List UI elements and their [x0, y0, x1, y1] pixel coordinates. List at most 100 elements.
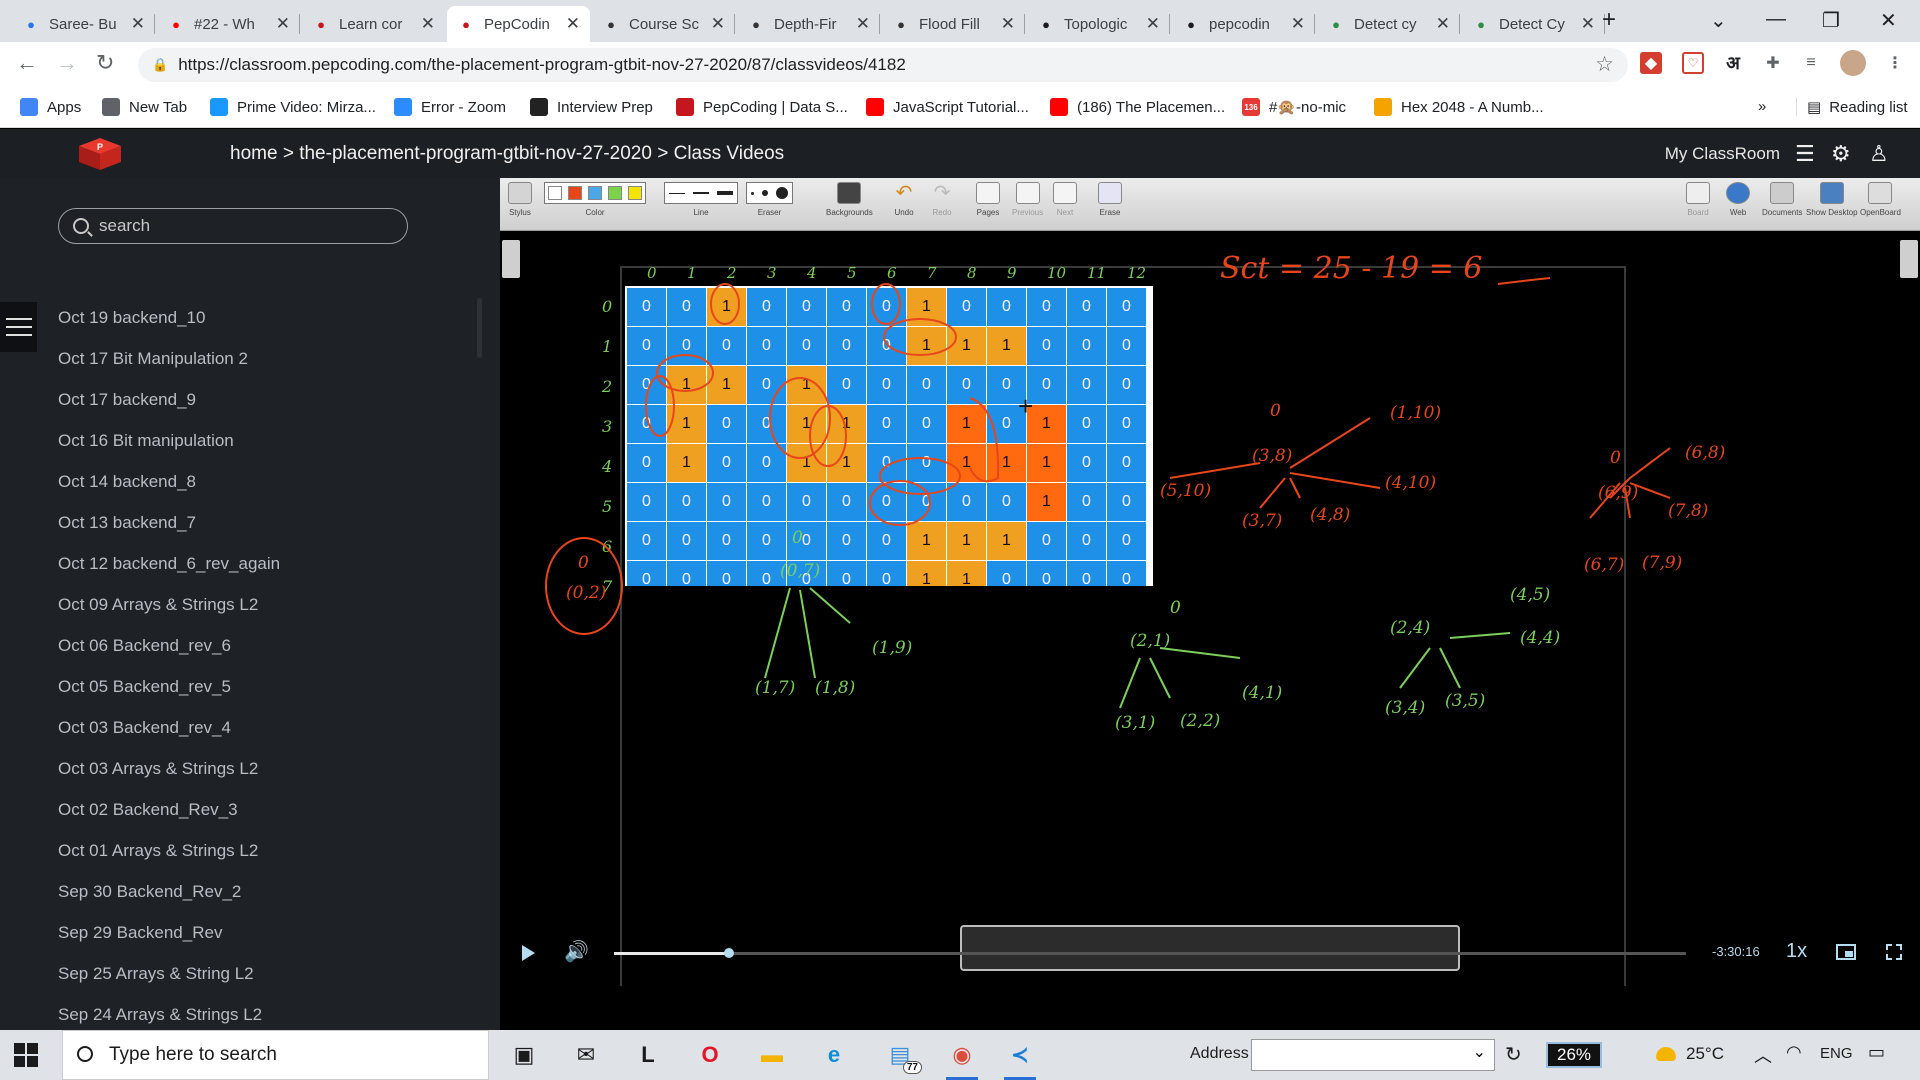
video-list-item[interactable]: Oct 12 backend_6_rev_again: [58, 554, 280, 595]
notification-center-icon[interactable]: ▭: [1868, 1042, 1885, 1063]
close-tab-icon[interactable]: ✕: [131, 14, 145, 34]
browser-tab[interactable]: ● PepCodin ✕: [447, 6, 590, 42]
fullscreen-icon[interactable]: [1886, 944, 1902, 960]
bookmark-item[interactable]: Interview Prep: [530, 98, 653, 116]
input-language[interactable]: ENG: [1820, 1045, 1853, 1062]
picture-in-picture-icon[interactable]: [1836, 944, 1856, 960]
extensions-puzzle-icon[interactable]: ✚: [1762, 52, 1784, 74]
close-tab-icon[interactable]: ✕: [1291, 14, 1305, 34]
my-classroom-link[interactable]: My ClassRoom: [1665, 144, 1780, 164]
browser-tab[interactable]: ● Learn cor ✕: [302, 6, 445, 42]
video-list-item[interactable]: Oct 14 backend_8: [58, 472, 280, 513]
seek-handle[interactable]: [723, 948, 734, 958]
hindi-extension-icon[interactable]: अ: [1722, 52, 1744, 74]
video-list-item[interactable]: Sep 30 Backend_Rev_2: [58, 882, 280, 923]
color-swatch[interactable]: [568, 186, 582, 200]
video-list-item[interactable]: Oct 19 backend_10: [58, 308, 280, 349]
left-panel-toggle[interactable]: [502, 240, 520, 278]
browser-tab[interactable]: ● Detect cy ✕: [1317, 6, 1460, 42]
breadcrumb-home[interactable]: home: [230, 143, 278, 164]
weather-widget[interactable]: 25°C: [1656, 1044, 1724, 1064]
settings-gear-icon[interactable]: ⚙: [1831, 141, 1851, 167]
back-icon[interactable]: ←: [16, 50, 38, 76]
shield-extension-icon[interactable]: ◆: [1640, 52, 1662, 74]
bookmarks-overflow-icon[interactable]: »: [1758, 98, 1766, 115]
wifi-icon[interactable]: ◠: [1786, 1042, 1802, 1063]
video-list-item[interactable]: Oct 03 Backend_rev_4: [58, 718, 280, 759]
bookmark-item[interactable]: Hex 2048 - A Numb...: [1374, 98, 1544, 116]
tab-search-icon[interactable]: ⌄: [1710, 8, 1727, 33]
close-tab-icon[interactable]: ✕: [711, 14, 725, 34]
video-list-item[interactable]: Sep 29 Backend_Rev: [58, 923, 280, 964]
address-toolbar-input[interactable]: [1251, 1039, 1495, 1071]
play-icon[interactable]: [522, 945, 535, 961]
browser-tab[interactable]: ● Flood Fill ✕: [882, 6, 1025, 42]
video-list-item[interactable]: Oct 06 Backend_rev_6: [58, 636, 280, 677]
close-tab-icon[interactable]: ✕: [856, 14, 870, 34]
video-list-item[interactable]: Oct 17 Bit Manipulation 2: [58, 349, 280, 390]
reload-icon[interactable]: ↻: [96, 50, 114, 76]
list-menu-icon[interactable]: ☰: [1795, 141, 1815, 167]
bookmark-item[interactable]: (186) The Placemen...: [1050, 98, 1225, 116]
color-swatch[interactable]: [608, 186, 622, 200]
pepcoding-logo[interactable]: P: [75, 136, 125, 172]
battery-indicator[interactable]: 26%: [1546, 1042, 1602, 1068]
browser-tab[interactable]: ● Course Sc ✕: [592, 6, 735, 42]
color-swatch[interactable]: [548, 186, 562, 200]
color-swatch[interactable]: [628, 186, 642, 200]
notepad-badge-icon[interactable]: ▤ 77: [884, 1040, 922, 1074]
opera-icon[interactable]: O: [694, 1040, 726, 1070]
file-explorer-icon[interactable]: ▬: [756, 1040, 788, 1070]
video-list-item[interactable]: Oct 03 Arrays & Strings L2: [58, 759, 280, 800]
browser-tab[interactable]: ● pepcodin ✕: [1172, 6, 1315, 42]
video-list-item[interactable]: Oct 05 Backend_rev_5: [58, 677, 280, 718]
video-list-item[interactable]: Oct 13 backend_7: [58, 513, 280, 554]
video-list-item[interactable]: Oct 16 Bit manipulation: [58, 431, 280, 472]
video-list-item[interactable]: Oct 02 Backend_Rev_3: [58, 800, 280, 841]
close-window-icon[interactable]: ✕: [1880, 8, 1897, 33]
video-list-item[interactable]: Oct 09 Arrays & Strings L2: [58, 595, 280, 636]
close-tab-icon[interactable]: ✕: [1146, 14, 1160, 34]
store-icon[interactable]: ▣: [508, 1040, 540, 1070]
video-list-item[interactable]: Oct 01 Arrays & Strings L2: [58, 841, 280, 882]
close-tab-icon[interactable]: ✕: [566, 14, 580, 34]
bookmark-item[interactable]: 136 #🙊-no-mic: [1242, 98, 1346, 116]
restore-icon[interactable]: ❐: [1822, 8, 1840, 33]
hamburger-menu-icon[interactable]: [0, 302, 37, 352]
browser-tab[interactable]: ● Topologic ✕: [1027, 6, 1170, 42]
user-account-icon[interactable]: ♙: [1869, 141, 1889, 167]
bookmark-item[interactable]: JavaScript Tutorial...: [866, 98, 1029, 116]
browser-tab[interactable]: ● Detect Cy ✕: [1462, 6, 1605, 42]
minimize-icon[interactable]: —: [1766, 8, 1786, 31]
taskbar-search-input[interactable]: Type here to search: [62, 1030, 489, 1080]
pocket-extension-icon[interactable]: ♡: [1682, 52, 1704, 74]
media-control-icon[interactable]: ≡: [1800, 52, 1822, 74]
video-list-item[interactable]: Sep 25 Arrays & String L2: [58, 964, 280, 1005]
browser-tab[interactable]: ● Saree- Bu ✕: [12, 6, 155, 42]
lightshot-icon[interactable]: L: [632, 1040, 664, 1070]
playback-speed-button[interactable]: 1x: [1786, 940, 1807, 963]
new-tab-icon[interactable]: +: [1602, 6, 1616, 34]
video-player[interactable]: Stylus Color Line Eraser Backgrounds ↶ Un…: [500, 178, 1920, 1030]
video-list-item[interactable]: Oct 17 backend_9: [58, 390, 280, 431]
bookmark-item[interactable]: Apps: [20, 98, 81, 116]
bookmark-item[interactable]: New Tab: [102, 98, 187, 116]
vscode-icon[interactable]: ≺: [1004, 1040, 1036, 1080]
mail-icon[interactable]: ✉: [570, 1040, 602, 1070]
address-refresh-icon[interactable]: ↻: [1505, 1042, 1522, 1067]
url-bar[interactable]: 🔒 https://classroom.pepcoding.com/the-pl…: [138, 48, 1628, 82]
close-tab-icon[interactable]: ✕: [1581, 14, 1595, 34]
edge-icon[interactable]: e: [818, 1040, 850, 1070]
seek-bar[interactable]: [614, 948, 1686, 958]
sidebar-scrollbar[interactable]: [477, 298, 482, 358]
chrome-icon[interactable]: ◉: [946, 1040, 978, 1080]
browser-tab[interactable]: ● Depth-Fir ✕: [737, 6, 880, 42]
right-panel-toggle[interactable]: [1900, 240, 1918, 278]
chrome-menu-icon[interactable]: ⋮: [1884, 52, 1906, 74]
close-tab-icon[interactable]: ✕: [1001, 14, 1015, 34]
color-swatch[interactable]: [588, 186, 602, 200]
bookmark-item[interactable]: Error - Zoom: [394, 98, 506, 116]
close-tab-icon[interactable]: ✕: [421, 14, 435, 34]
breadcrumb-course[interactable]: the-placement-program-gtbit-nov-27-2020: [299, 143, 652, 164]
bookmark-item[interactable]: Prime Video: Mirza...: [210, 98, 376, 116]
